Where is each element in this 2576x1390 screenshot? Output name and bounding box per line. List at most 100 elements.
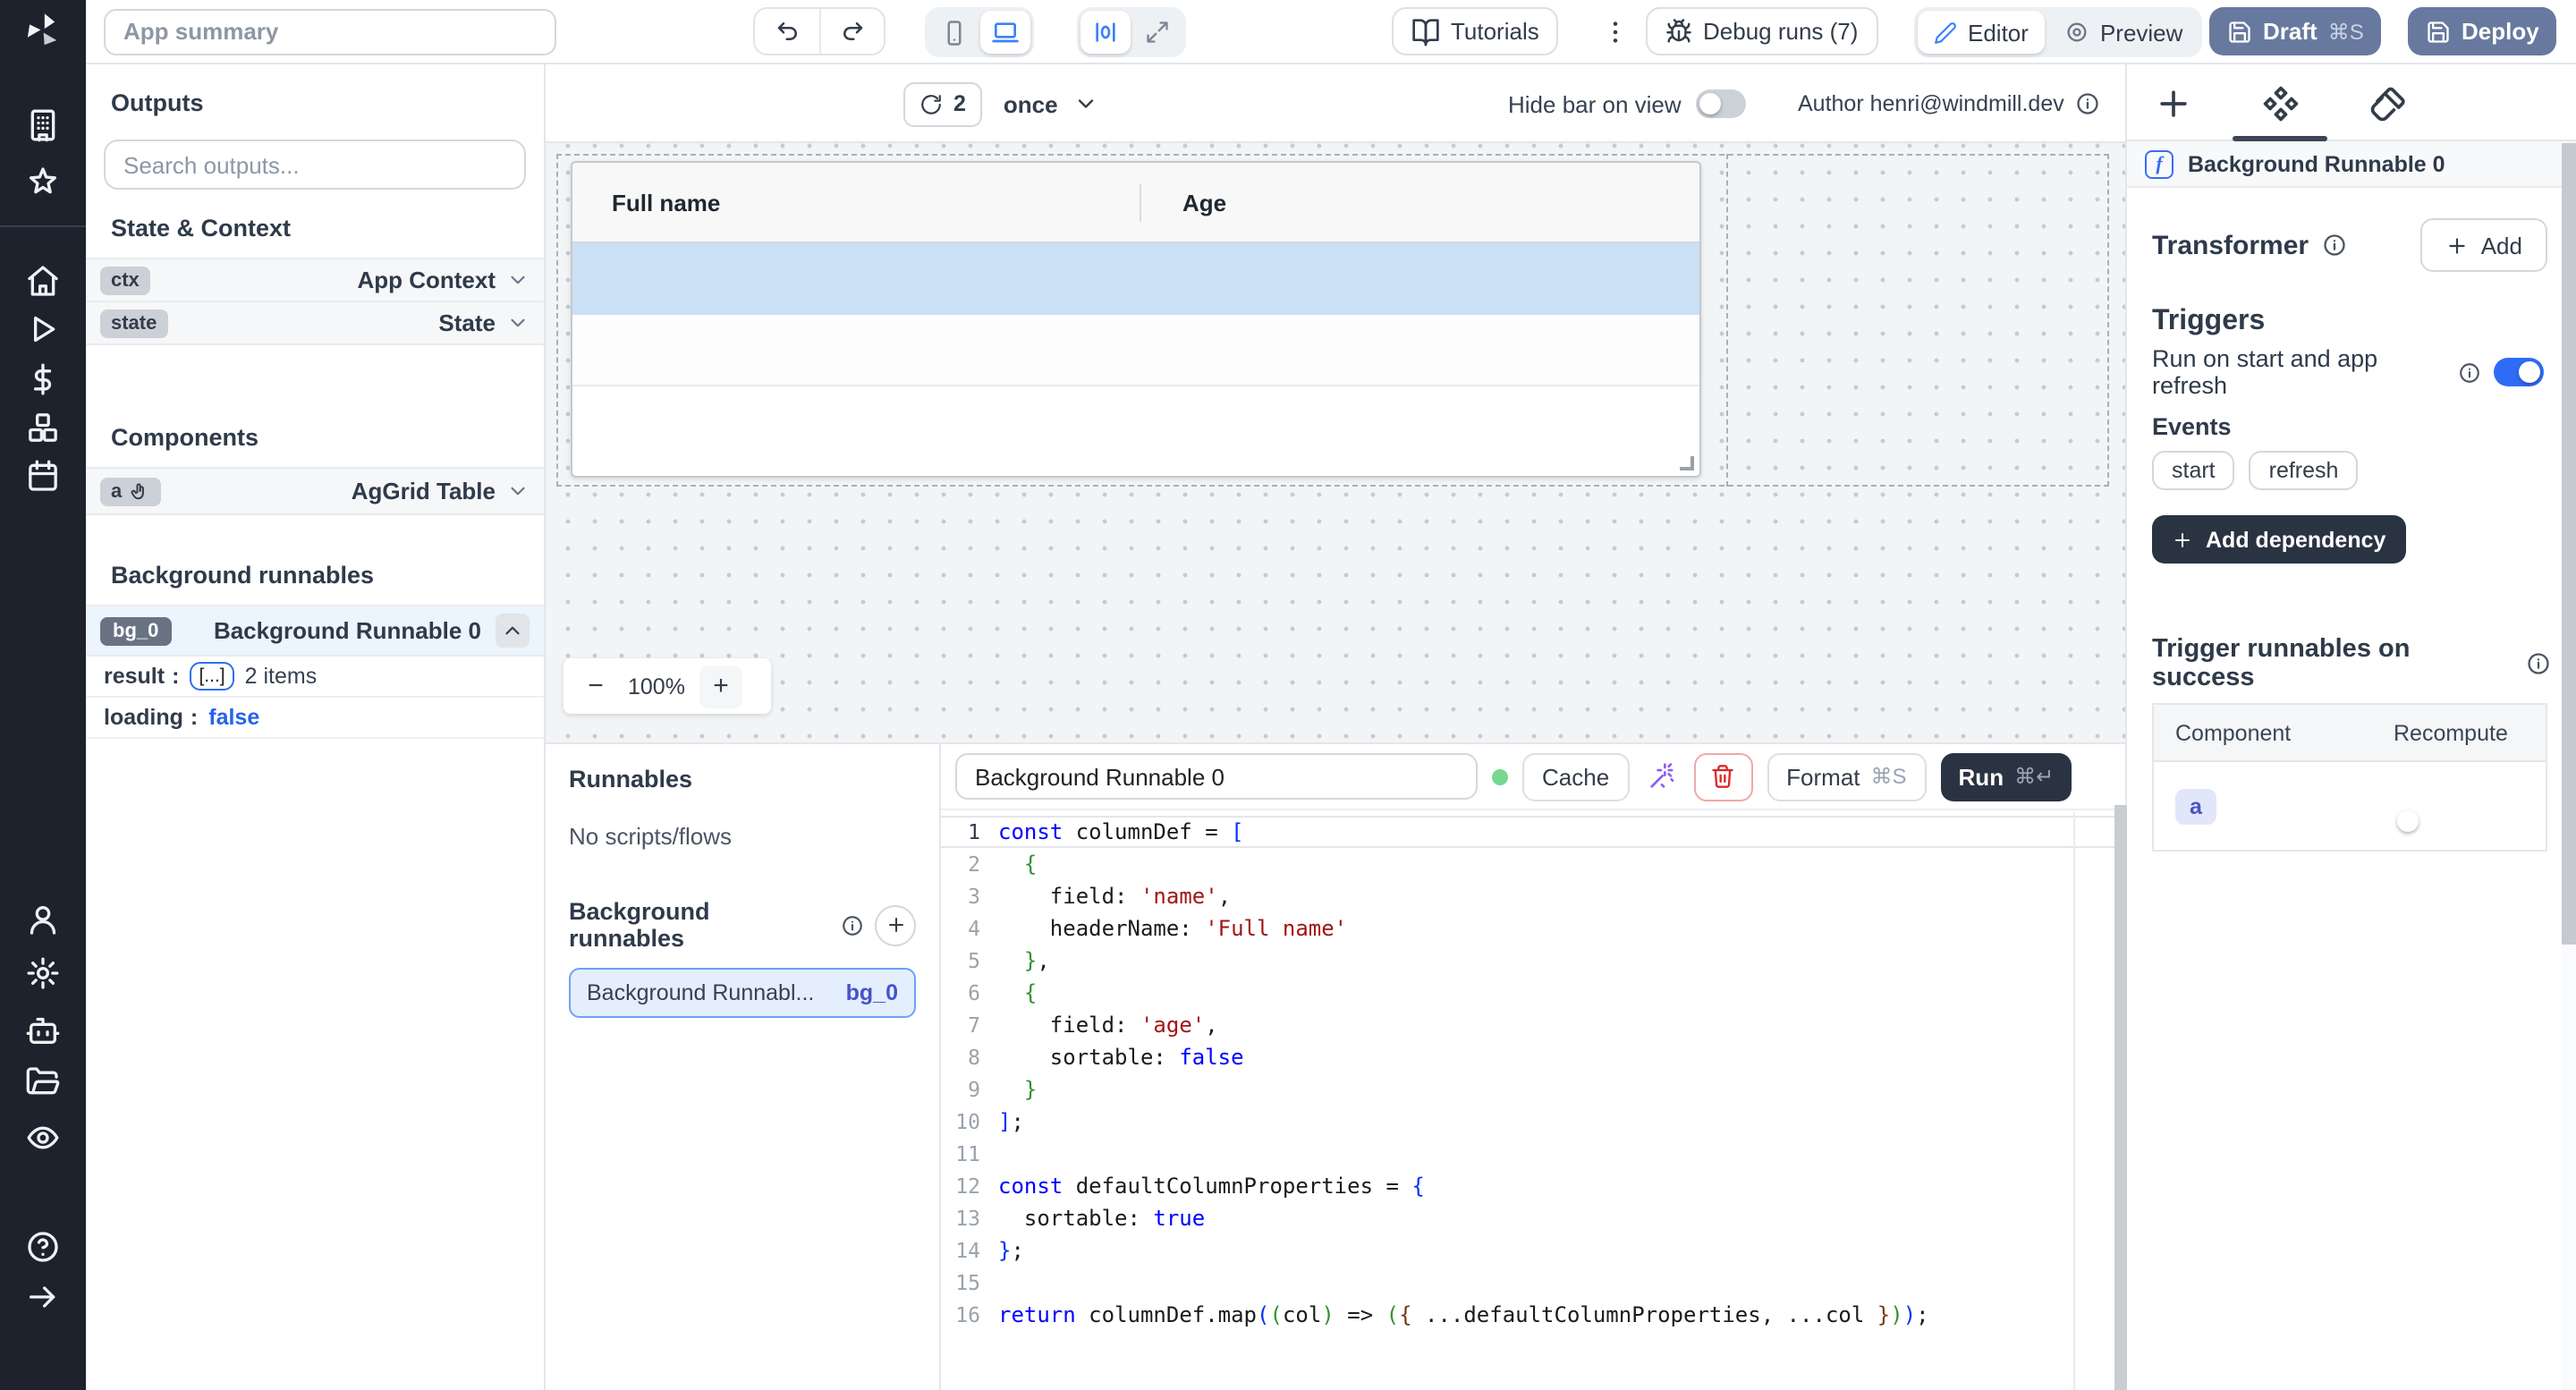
triggers-title: Triggers — [2152, 306, 2551, 342]
app-summary-input[interactable] — [104, 8, 556, 55]
windmill-logo[interactable] — [23, 11, 63, 50]
insert-component-tab[interactable] — [2154, 84, 2193, 123]
code-line[interactable]: 12const defaultColumnProperties = { — [941, 1170, 2125, 1202]
zoom-in-button[interactable]: + — [699, 665, 742, 708]
debug-runs-label: Debug runs (7) — [1703, 18, 1858, 45]
chevron-down-icon — [506, 479, 530, 503]
col-header-age[interactable]: Age — [1182, 163, 1226, 243]
calendar-icon[interactable] — [25, 458, 61, 494]
table-row[interactable] — [572, 315, 1699, 386]
run-on-start-toggle[interactable] — [2494, 358, 2544, 386]
col-header-full-name[interactable]: Full name — [612, 163, 720, 243]
bg0-row[interactable]: bg_0 Background Runnable 0 — [86, 605, 544, 657]
code-line[interactable]: 10]; — [941, 1106, 2125, 1138]
editor-scrollbar[interactable] — [2114, 805, 2127, 1390]
gear-icon[interactable] — [25, 955, 61, 991]
bg-runnables-header-label: Background runnables — [569, 898, 830, 952]
help-icon[interactable] — [25, 1229, 61, 1265]
run-on-start-label: Run on start and app refresh — [2152, 345, 2445, 399]
cache-button[interactable]: Cache — [1522, 752, 1629, 801]
code-line[interactable]: 7 field: 'age', — [941, 1009, 2125, 1041]
aggrid-table-component[interactable]: Full name Age — [571, 161, 1701, 478]
code-line[interactable]: 11 — [941, 1138, 2125, 1170]
bg-runnable-item[interactable]: Background Runnabl... bg_0 — [569, 968, 916, 1018]
state-row[interactable]: state State — [86, 301, 544, 345]
code-line[interactable]: 5 }, — [941, 945, 2125, 977]
state-context-title: State & Context — [111, 215, 544, 242]
code-line[interactable]: 3 field: 'name', — [941, 880, 2125, 912]
ctx-label: App Context — [357, 267, 496, 293]
preview-tab[interactable]: Preview — [2048, 11, 2199, 54]
resize-handle[interactable] — [1680, 456, 1694, 470]
code-area[interactable]: 1const columnDef = [2 {3 field: 'name',4… — [941, 812, 2125, 1390]
code-line[interactable]: 16return columnDef.map((col) => ({ ...de… — [941, 1299, 2125, 1331]
star-icon[interactable] — [25, 165, 61, 200]
mobile-view-button[interactable] — [928, 11, 979, 54]
runnable-name-input[interactable] — [955, 753, 1478, 800]
right-panel-scrollbar[interactable] — [2562, 143, 2576, 1390]
scrollbar-thumb[interactable] — [2562, 143, 2576, 945]
info-icon — [2526, 651, 2551, 676]
code-line[interactable]: 8 sortable: false — [941, 1041, 2125, 1073]
add-transformer-button[interactable]: Add — [2420, 218, 2547, 272]
format-button[interactable]: Format ⌘S — [1767, 752, 1926, 801]
app-canvas[interactable]: Full name Age − 100% + — [546, 143, 2125, 742]
zoom-out-button[interactable]: − — [578, 668, 614, 704]
ctx-row[interactable]: ctx App Context — [86, 258, 544, 302]
line-number: 15 — [941, 1267, 980, 1299]
styling-tab[interactable] — [2368, 84, 2408, 123]
result-expand-chip[interactable]: [...] — [190, 662, 233, 691]
code-line[interactable]: 15 — [941, 1267, 2125, 1299]
dollar-icon[interactable] — [25, 361, 61, 397]
robot-icon[interactable] — [25, 1013, 61, 1048]
components-title: Components — [111, 424, 544, 451]
user-icon[interactable] — [25, 902, 61, 937]
refresh-button[interactable]: 2 — [903, 81, 982, 126]
code-line[interactable]: 4 headerName: 'Full name' — [941, 912, 2125, 945]
folder-icon[interactable] — [25, 1064, 61, 1100]
code-line[interactable]: 6 { — [941, 977, 2125, 1009]
component-a-chip[interactable]: a — [2175, 788, 2216, 824]
collapse-button[interactable] — [496, 614, 530, 648]
code-line[interactable]: 1const columnDef = [ — [941, 816, 2125, 848]
building-icon[interactable] — [25, 107, 61, 143]
code-line[interactable]: 13 sortable: true — [941, 1202, 2125, 1234]
draft-button[interactable]: Draft ⌘S — [2209, 7, 2382, 55]
undo-button[interactable] — [755, 9, 819, 54]
left-rail — [0, 0, 86, 1390]
eye-icon[interactable] — [25, 1120, 61, 1156]
center-content-button[interactable] — [1080, 11, 1131, 54]
fullscreen-button[interactable] — [1132, 11, 1182, 54]
deploy-button[interactable]: Deploy — [2408, 7, 2557, 55]
component-a-row[interactable]: a AgGrid Table — [86, 467, 544, 515]
component-cell-outline — [1726, 154, 1728, 487]
more-options-button[interactable] — [1597, 7, 1633, 55]
debug-runs-button[interactable]: Debug runs (7) — [1646, 7, 1877, 55]
add-runnable-button[interactable] — [875, 904, 916, 945]
hide-bar-toggle[interactable] — [1696, 89, 1746, 118]
run-button[interactable]: Run ⌘↵ — [1941, 752, 2072, 801]
table-row-selected[interactable] — [572, 243, 1699, 315]
editor-tab[interactable]: Editor — [1918, 11, 2045, 54]
search-outputs-input[interactable] — [104, 140, 526, 190]
code-line[interactable]: 9 } — [941, 1073, 2125, 1106]
code-line[interactable]: 14}; — [941, 1234, 2125, 1267]
ai-wand-button[interactable] — [1643, 762, 1679, 791]
component-settings-tab[interactable] — [2261, 84, 2301, 123]
add-dependency-button[interactable]: Add dependency — [2152, 515, 2405, 564]
schedule-select[interactable]: once — [1004, 90, 1099, 117]
redo-button[interactable] — [819, 9, 884, 54]
save-icon — [2227, 19, 2252, 44]
top-bar: Tutorials Debug runs (7) Editor Preview … — [86, 0, 2576, 64]
component-column-header: Component — [2154, 720, 2372, 745]
diamonds-icon — [2261, 84, 2301, 123]
delete-button[interactable] — [1693, 752, 1752, 801]
refresh-icon — [919, 92, 943, 115]
play-icon[interactable] — [25, 311, 61, 347]
cubes-icon[interactable] — [25, 410, 61, 445]
arrow-right-icon[interactable] — [25, 1279, 61, 1315]
code-line[interactable]: 2 { — [941, 848, 2125, 880]
tutorials-button[interactable]: Tutorials — [1392, 7, 1559, 55]
home-icon[interactable] — [25, 263, 61, 299]
desktop-view-button[interactable] — [980, 11, 1030, 54]
